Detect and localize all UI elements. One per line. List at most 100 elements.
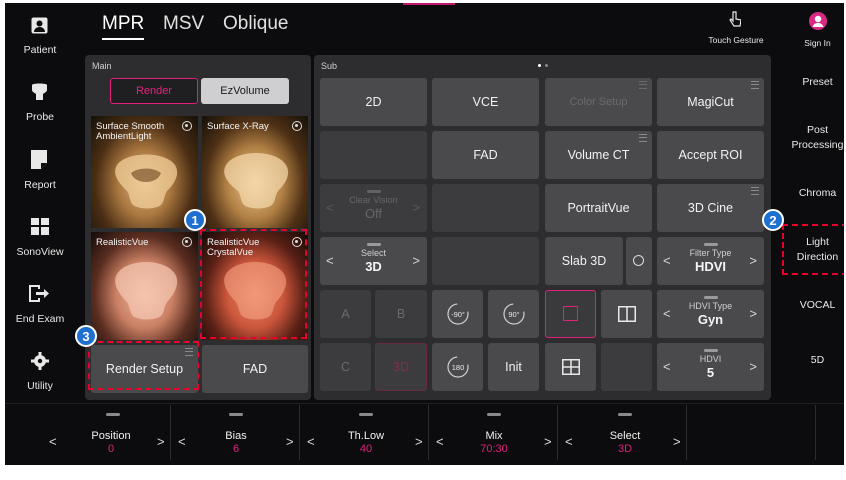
fad-button[interactable]: FAD [202, 345, 308, 393]
single-layout-button[interactable] [545, 290, 596, 338]
right-menu-post-processing[interactable]: Post Processing [791, 123, 844, 153]
chevron-left-icon[interactable]: < [178, 434, 186, 449]
select-control[interactable]: < Select 3D > [559, 405, 689, 465]
fetal-render-image [224, 153, 289, 209]
thumbnail-settings-icon[interactable] [182, 121, 192, 131]
ezvolume-button[interactable]: EzVolume [201, 78, 289, 104]
3d-cine-label: 3D Cine [687, 201, 734, 215]
slab-3d-button[interactable]: Slab 3D [545, 237, 623, 285]
nav-sonoview[interactable]: SonoView [5, 213, 75, 267]
rotate-right-icon: 90° [502, 303, 525, 325]
chevron-right-icon[interactable]: > [157, 434, 165, 449]
handle-icon [359, 413, 373, 416]
handle-icon [366, 190, 381, 193]
chevron-right-icon[interactable]: > [286, 434, 294, 449]
filter-type-selector[interactable]: < Filter Type HDVI > [657, 237, 764, 285]
sign-in-button[interactable]: Sign In [791, 11, 844, 51]
thumbnail-settings-icon[interactable] [182, 237, 192, 247]
report-icon [31, 150, 47, 169]
vce-button[interactable]: VCE [432, 78, 539, 126]
th-low-label: Th.Low [347, 430, 385, 442]
nav-label: SonoView [16, 246, 64, 258]
handle-icon [366, 243, 381, 246]
view-b-button: B [375, 290, 427, 338]
quad-layout-button[interactable] [545, 343, 596, 391]
light-direction-highlight [782, 224, 844, 275]
render-button[interactable]: Render [110, 78, 198, 104]
right-menu-vocal[interactable]: VOCAL [791, 298, 844, 313]
chevron-left-icon[interactable]: < [436, 434, 444, 449]
nav-report[interactable]: Report [5, 146, 75, 200]
rotate-plus-90-label: 90° [508, 310, 519, 319]
chevron-left-icon[interactable]: < [565, 434, 573, 449]
hdvi-selector[interactable]: < HDVI 5 > [657, 343, 764, 391]
right-menu-5d[interactable]: 5D [791, 353, 844, 368]
rotate-minus-90-button[interactable]: -90° [432, 290, 483, 338]
quad-view-icon [561, 359, 580, 375]
rotate-180-button[interactable]: 180 [432, 343, 483, 391]
clear-vision-selector: < Clear Vision Off > [320, 184, 427, 232]
page-dot[interactable] [545, 64, 548, 67]
chevron-left-icon[interactable]: < [307, 434, 315, 449]
gear-icon [633, 255, 644, 266]
magicut-button[interactable]: MagiCut [657, 78, 764, 126]
chevron-right-icon[interactable]: > [749, 306, 757, 321]
tab-mpr[interactable]: MPR [102, 13, 144, 35]
filter-type-value: HDVI [694, 259, 727, 274]
empty-slot [320, 131, 427, 179]
nav-end-exam[interactable]: End Exam [5, 280, 75, 334]
dual-layout-button[interactable] [601, 290, 652, 338]
3d-cine-button[interactable]: 3D Cine [657, 184, 764, 232]
menu-indicator-icon [751, 187, 759, 195]
fad-sub-button[interactable]: FAD [432, 131, 539, 179]
callout-badge-2: 2 [762, 209, 784, 231]
nav-utility[interactable]: Utility [5, 346, 75, 400]
tab-oblique[interactable]: Oblique [223, 13, 289, 35]
render-setup-highlight [88, 341, 199, 390]
chevron-right-icon[interactable]: > [749, 253, 757, 268]
touch-gesture-button[interactable]: Touch Gesture [701, 11, 771, 49]
accept-roi-button[interactable]: Accept ROI [657, 131, 764, 179]
nav-probe[interactable]: Probe [5, 78, 75, 132]
color-setup-button: Color Setup [545, 78, 652, 126]
init-button[interactable]: Init [488, 343, 539, 391]
chevron-right-icon[interactable]: > [412, 253, 420, 268]
portraitvue-button[interactable]: PortraitVue [545, 184, 652, 232]
nav-patient[interactable]: Patient [5, 11, 75, 65]
position-control[interactable]: < Position 0 > [43, 405, 173, 465]
thumbnail-settings-icon[interactable] [292, 121, 302, 131]
volume-ct-button[interactable]: Volume CT [545, 131, 652, 179]
chevron-left-icon[interactable]: < [49, 434, 57, 449]
top-indicator [403, 3, 455, 5]
chevron-right-icon[interactable]: > [673, 434, 681, 449]
chevron-right-icon[interactable]: > [544, 434, 552, 449]
right-menu-chroma[interactable]: Chroma [791, 186, 844, 201]
right-menu-preset[interactable]: Preset [791, 75, 844, 90]
slab-3d-settings-button[interactable] [626, 237, 652, 285]
divider [686, 405, 687, 460]
hdvi-type-selector[interactable]: < HDVI Type Gyn > [657, 290, 764, 338]
preset-thumbnail[interactable]: Surface Smooth AmbientLight [91, 116, 198, 228]
chevron-right-icon[interactable]: > [415, 434, 423, 449]
color-setup-label: Color Setup [569, 96, 628, 108]
select-3d-selector[interactable]: < Select 3D > [320, 237, 427, 285]
rotate-180-label: 180 [451, 363, 464, 372]
th-low-value: 40 [359, 443, 373, 455]
rotate-plus-90-button[interactable]: 90° [488, 290, 539, 338]
preset-thumbnail[interactable]: RealisticVue [91, 232, 198, 340]
select-value: 3D [617, 443, 633, 455]
patient-icon [31, 17, 48, 34]
single-view-icon [563, 306, 578, 321]
fetal-render-image [115, 154, 178, 209]
chevron-right-icon[interactable]: > [749, 359, 757, 374]
user-avatar-icon [809, 12, 827, 30]
gear-icon [31, 352, 49, 370]
mix-control[interactable]: < Mix 70:30 > [430, 405, 560, 465]
2d-button[interactable]: 2D [320, 78, 427, 126]
page-dot-active[interactable] [538, 64, 541, 67]
bias-control[interactable]: < Bias 6 > [172, 405, 302, 465]
th-low-control[interactable]: < Th.Low 40 > [301, 405, 431, 465]
preset-thumbnail[interactable]: Surface X-Ray [202, 116, 308, 228]
callout-badge-3: 3 [75, 325, 97, 347]
tab-msv[interactable]: MSV [163, 13, 204, 35]
